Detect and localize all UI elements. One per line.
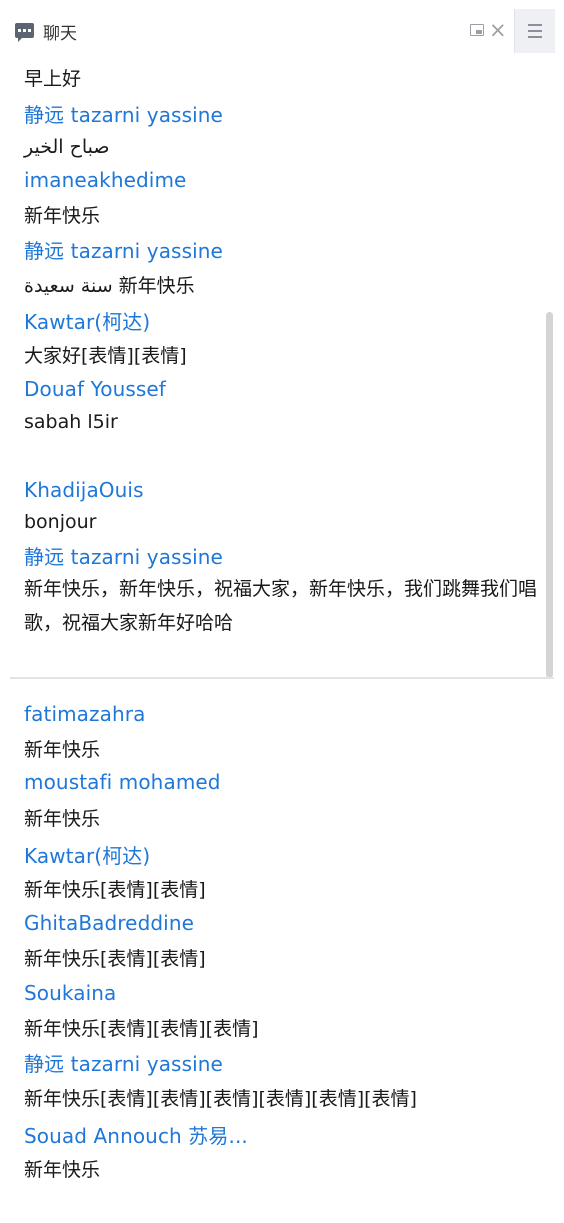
sender-name[interactable]: GhitaBadreddine — [24, 911, 194, 935]
message-text: 新年快乐，新年快乐，祝福大家，新年快乐，我们跳舞我们唱歌，祝福大家新年好哈哈 — [24, 578, 538, 634]
menu-button[interactable] — [514, 9, 555, 53]
close-icon[interactable]: × — [489, 17, 507, 43]
message-text: 早上好 — [24, 68, 82, 90]
message-text: sabah l5ir — [24, 411, 118, 433]
sender-name[interactable]: moustafi mohamed — [24, 770, 221, 794]
sender-name[interactable]: 静远 tazarni yassine — [24, 99, 223, 128]
panel-title: 聊天 — [43, 24, 77, 44]
message-text: 新年快乐 — [24, 205, 101, 227]
sender-name[interactable]: Souad Annouch 苏易... — [24, 1120, 248, 1149]
message-text: سنة سعيدة 新年快乐 — [24, 275, 195, 297]
message-text: 新年快乐 — [24, 1159, 101, 1181]
message-text: 新年快乐[表情][表情][表情] — [24, 1018, 259, 1040]
message-text: صباح الخير — [24, 136, 110, 158]
sender-name[interactable]: imaneakhedime — [24, 168, 186, 192]
message-text: 新年快乐[表情][表情] — [24, 948, 206, 970]
pane-divider[interactable] — [10, 677, 554, 679]
sender-name[interactable]: fatimazahra — [24, 702, 145, 726]
sender-name[interactable]: Kawtar(柯达) — [24, 306, 150, 335]
sender-name[interactable]: 静远 tazarni yassine — [24, 235, 223, 264]
chat-icon — [15, 23, 34, 42]
chat-history-pane: 早上好 静远 tazarni yassine صباح الخير imanea… — [0, 62, 556, 677]
sender-name[interactable]: Kawtar(柯达) — [24, 840, 150, 869]
popout-icon[interactable] — [470, 24, 484, 36]
chat-header: 聊天 × — [0, 0, 564, 62]
message-text: 新年快乐 — [24, 808, 101, 830]
message-text: 新年快乐[表情][表情] — [24, 879, 206, 901]
message-text: 新年快乐 — [24, 739, 101, 761]
message-text: 新年快乐[表情][表情][表情][表情][表情][表情] — [24, 1088, 417, 1110]
chat-live-pane: fatimazahra 新年快乐 moustafi mohamed 新年快乐 K… — [0, 690, 564, 1210]
message-text: 大家好[表情][表情] — [24, 345, 187, 367]
sender-name[interactable]: 静远 tazarni yassine — [24, 1048, 223, 1077]
sender-name[interactable]: Douaf Youssef — [24, 377, 166, 401]
scrollbar-thumb[interactable] — [546, 312, 553, 678]
message-text: bonjour — [24, 511, 97, 533]
sender-name[interactable]: 静远 tazarni yassine — [24, 541, 223, 570]
sender-name[interactable]: Soukaina — [24, 981, 116, 1005]
sender-name[interactable]: KhadijaOuis — [24, 478, 144, 502]
